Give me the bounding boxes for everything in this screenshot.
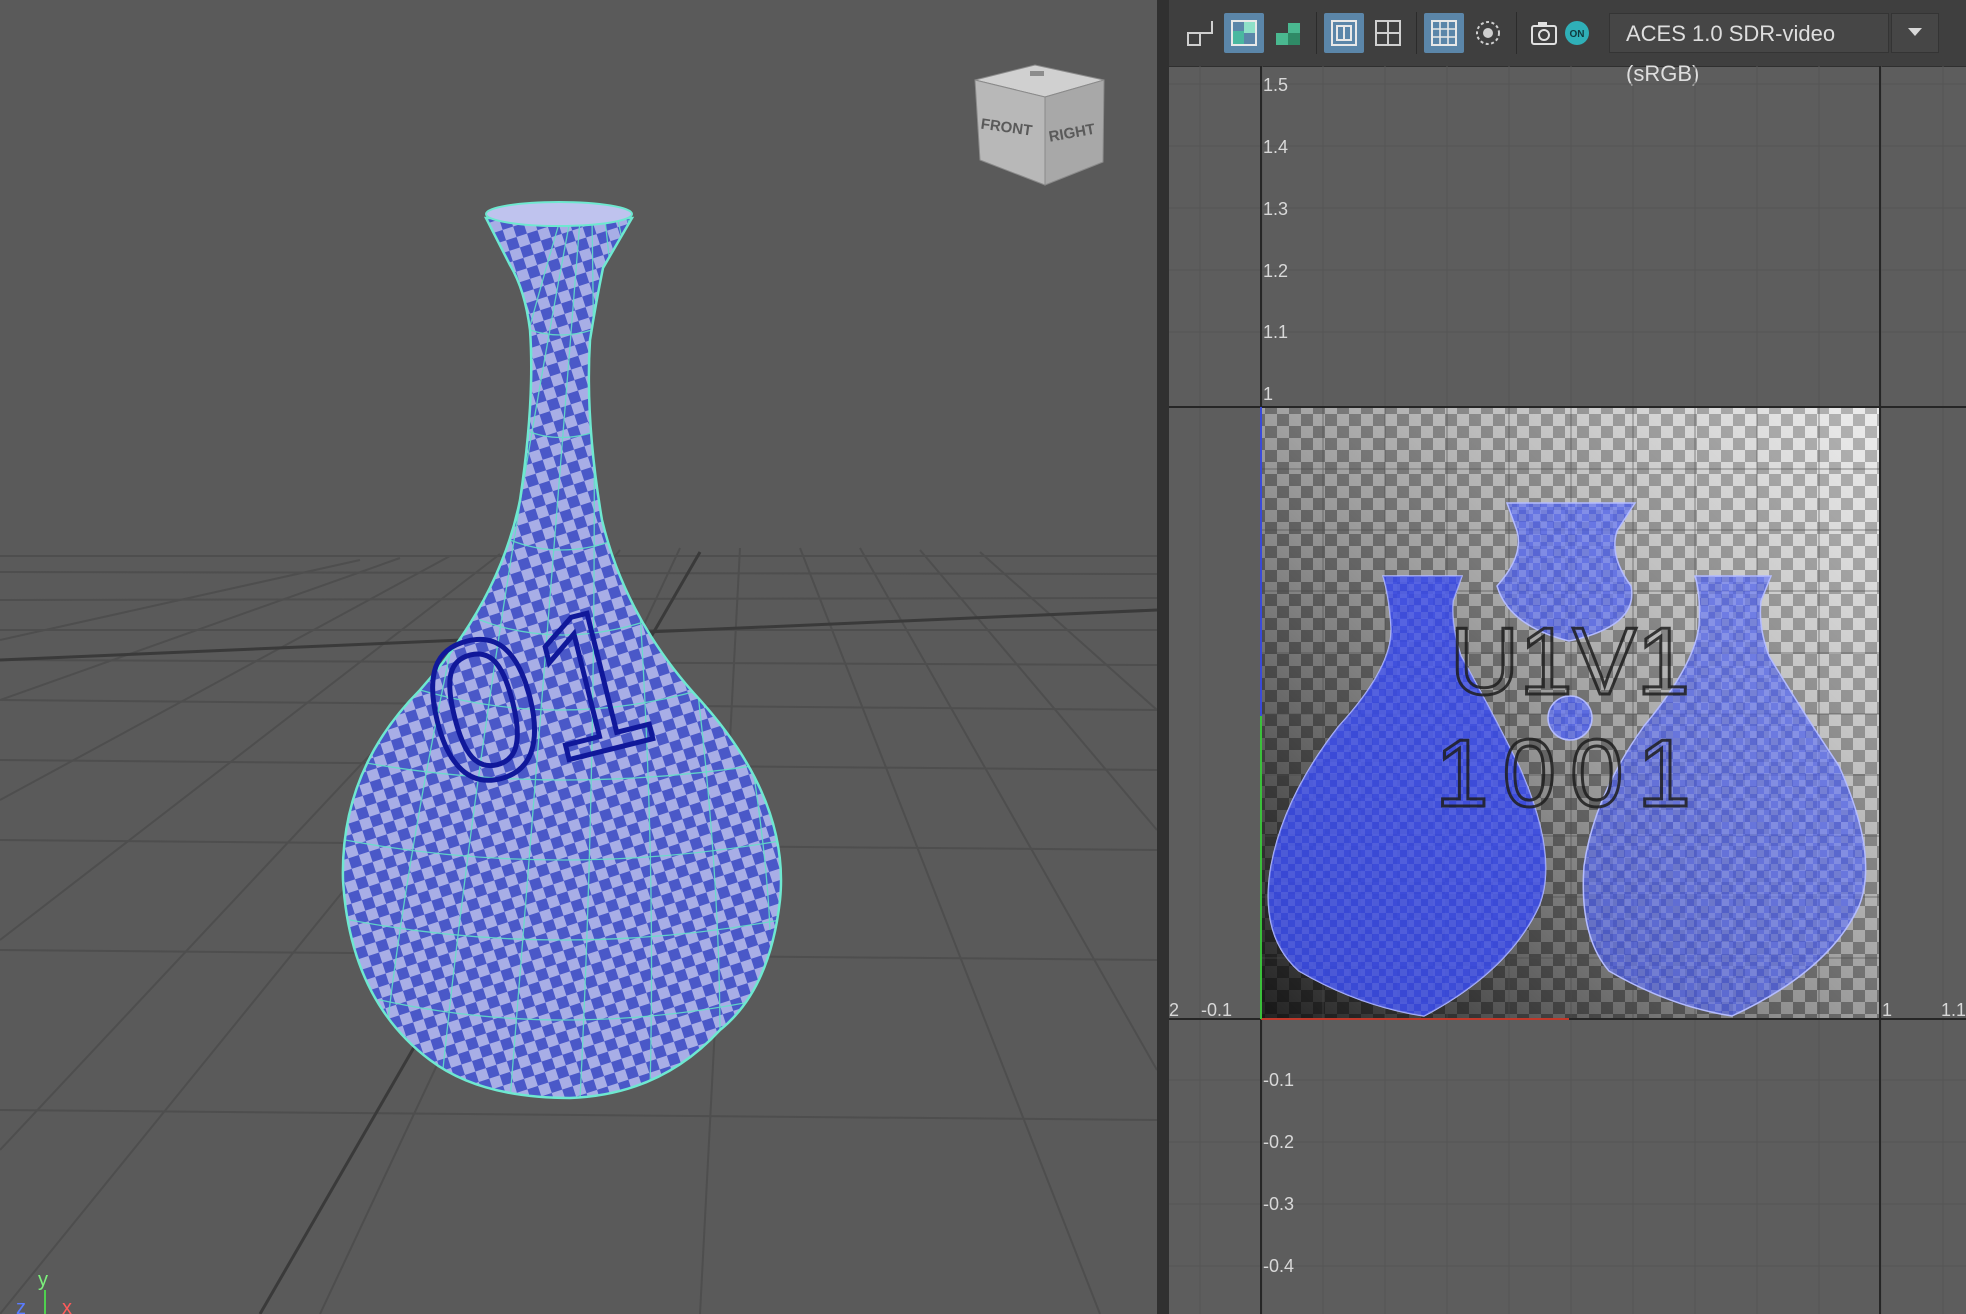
uv-distortion-button[interactable] — [1224, 13, 1264, 53]
uv-checker-shade-icon — [1276, 23, 1300, 45]
uv-pixel-snap-icon — [1375, 20, 1401, 46]
uv-shell-border-icon — [1187, 21, 1213, 46]
svg-text:1.5: 1.5 — [1263, 75, 1288, 95]
svg-text:1.4: 1.4 — [1263, 137, 1288, 157]
snapshot-button[interactable] — [1524, 13, 1564, 53]
uv-image-dim-button[interactable] — [1468, 13, 1508, 53]
chevron-down-icon — [1908, 28, 1922, 36]
svg-text:1: 1 — [1263, 384, 1273, 404]
uv-canvas[interactable]: U1V1 1001 1.5 1.4 1.3 1.2 1.1 1 -0.1 -0.… — [1169, 66, 1966, 1314]
svg-text:-0.1: -0.1 — [1201, 1000, 1232, 1020]
vase-mesh[interactable]: 01 — [330, 200, 800, 1110]
svg-text:-0.1: -0.1 — [1263, 1070, 1294, 1090]
color-management-button[interactable]: ON — [1560, 13, 1594, 53]
svg-text:-0.4: -0.4 — [1263, 1256, 1294, 1276]
uv-distortion-icon — [1231, 20, 1257, 46]
uv-pixel-snap-button[interactable] — [1368, 13, 1408, 53]
svg-text:1.1: 1.1 — [1941, 1000, 1966, 1020]
uv-tile-label-u1v1: U1V1 — [1450, 608, 1690, 715]
axis-x-label: x — [62, 1297, 72, 1314]
uv-tile-grid-icon — [1331, 20, 1357, 46]
uv-editor-panel: ON ACES 1.0 SDR-video (sRGB) U1V1 1001 1… — [1169, 0, 1966, 1314]
svg-text:1.3: 1.3 — [1263, 199, 1288, 219]
svg-text:1.1: 1.1 — [1263, 322, 1288, 342]
svg-text:1: 1 — [1882, 1000, 1892, 1020]
panel-splitter[interactable] — [1157, 0, 1169, 1314]
viewport-canvas: 01 FRONT RIGHT y z x — [0, 64, 1157, 1314]
uv-shell-border-button[interactable] — [1180, 13, 1220, 53]
snapshot-camera-icon — [1531, 22, 1557, 45]
svg-text:-0.3: -0.3 — [1263, 1194, 1294, 1214]
uv-grid-icon — [1431, 20, 1457, 46]
perspective-viewport[interactable]: 01 FRONT RIGHT y z x — [0, 0, 1157, 1314]
color-management-badge: ON — [1570, 29, 1585, 40]
svg-text:-0.2: -0.2 — [1263, 1132, 1294, 1152]
uv-tile-label-1001: 1001 — [1435, 720, 1705, 827]
uv-grid-button[interactable] — [1424, 13, 1464, 53]
view-cube[interactable]: FRONT RIGHT — [974, 64, 1105, 186]
axis-z-label: z — [16, 1297, 26, 1314]
uv-checker-shade-button[interactable] — [1268, 13, 1308, 53]
axis-indicator: y z x — [16, 1269, 72, 1314]
svg-text:1.2: 1.2 — [1263, 261, 1288, 281]
axis-y-label: y — [38, 1269, 48, 1291]
color-management-on-icon: ON — [1565, 21, 1589, 45]
uv-editor-toolbar: ON ACES 1.0 SDR-video (sRGB) — [1169, 0, 1966, 86]
color-space-dropdown-arrow[interactable] — [1891, 13, 1939, 53]
color-space-dropdown[interactable]: ACES 1.0 SDR-video (sRGB) — [1609, 13, 1889, 86]
uv-tile-grid-button[interactable] — [1324, 13, 1364, 53]
svg-text:2: 2 — [1169, 1000, 1179, 1020]
uv-image-dim-icon — [1476, 21, 1500, 45]
